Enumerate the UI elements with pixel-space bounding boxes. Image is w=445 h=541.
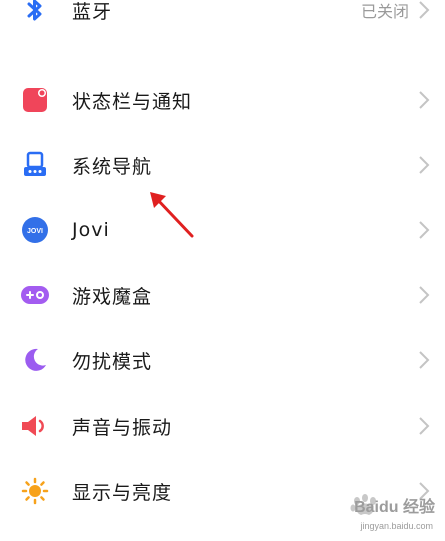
chevron-right-icon	[419, 221, 430, 239]
bluetooth-status: 已关闭	[360, 2, 409, 21]
moon-icon	[20, 345, 50, 375]
status-bar-icon	[20, 85, 50, 115]
settings-item-label: Jovi	[72, 219, 110, 241]
settings-item-label: 状态栏与通知	[72, 90, 193, 113]
settings-item-label: 游戏魔盒	[72, 285, 153, 308]
settings-item-label: 声音与振动	[72, 416, 173, 439]
settings-item-bluetooth[interactable]: 蓝牙 已关闭	[0, 0, 445, 38]
settings-item-game-box[interactable]: 游戏魔盒	[0, 267, 445, 323]
annotation-arrow-icon	[150, 192, 194, 238]
settings-item-label: 蓝牙	[72, 0, 113, 23]
watermark-brand: Baidu 经验	[354, 499, 435, 516]
jovi-icon-text: JOVI	[27, 228, 43, 235]
system-navigation-icon	[20, 150, 50, 180]
settings-item-label: 勿扰模式	[72, 350, 153, 373]
chevron-right-icon	[419, 1, 430, 19]
speaker-icon	[20, 411, 50, 441]
game-box-icon	[20, 280, 50, 310]
settings-item-jovi[interactable]: JOVI Jovi	[0, 202, 445, 258]
settings-item-system-navigation[interactable]: 系统导航	[0, 137, 445, 193]
chevron-right-icon	[419, 351, 430, 369]
section-gap	[0, 44, 445, 70]
chevron-right-icon	[419, 91, 430, 109]
sun-icon	[20, 476, 50, 506]
chevron-right-icon	[419, 417, 430, 435]
chevron-right-icon	[419, 156, 430, 174]
settings-item-do-not-disturb[interactable]: 勿扰模式	[0, 332, 445, 388]
chevron-right-icon	[419, 286, 430, 304]
settings-item-label: 显示与亮度	[72, 481, 173, 504]
watermark-url: jingyan.baidu.com	[360, 521, 433, 531]
bluetooth-icon	[20, 0, 50, 25]
settings-item-status-bar[interactable]: 状态栏与通知	[0, 72, 445, 128]
settings-item-label: 系统导航	[72, 155, 153, 178]
jovi-icon: JOVI	[20, 215, 50, 245]
settings-item-sound-vibration[interactable]: 声音与振动	[0, 398, 445, 454]
